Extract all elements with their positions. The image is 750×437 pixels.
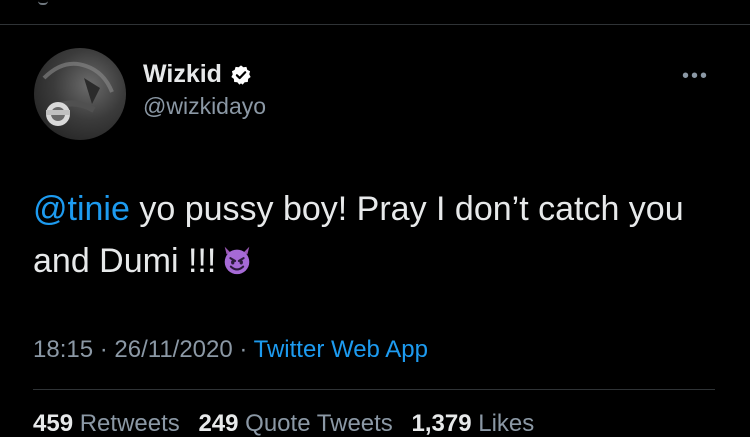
retweets-label: Retweets: [79, 410, 180, 437]
tweet-date[interactable]: 26/11/2020: [114, 336, 232, 363]
retweets-count: 459: [33, 410, 74, 437]
likes-stat[interactable]: 1,379 Likes: [411, 410, 534, 437]
quote-label: Quote Tweets: [245, 410, 393, 437]
tweet-body: yo pussy boy! Pray I don’t catch you and…: [33, 190, 684, 280]
top-divider: [0, 24, 750, 25]
tweet-time[interactable]: 18:15: [33, 336, 93, 363]
author-name[interactable]: Wizkid: [143, 62, 222, 87]
meta-separator: ·: [232, 336, 254, 363]
smiling-face-with-horns-icon: [220, 240, 254, 275]
retweets-stat[interactable]: 459 Retweets: [33, 410, 180, 437]
quote-count: 249: [198, 410, 239, 437]
verified-badge-icon: [230, 64, 252, 86]
tweet-stats: 459 Retweets 249 Quote Tweets 1,379 Like…: [33, 412, 534, 436]
more-options-icon[interactable]: •••: [682, 66, 709, 86]
tweet-text: @tinie yo pussy boy! Pray I don’t catch …: [33, 183, 723, 287]
tweet-meta: 18:15 · 26/11/2020 · Twitter Web App: [33, 338, 428, 362]
avatar[interactable]: [34, 48, 126, 140]
tweet-header: Wizkid @wizkidayo: [143, 62, 266, 118]
stats-divider: [33, 389, 715, 390]
source-app-link[interactable]: Twitter Web App: [254, 336, 428, 363]
likes-label: Likes: [478, 410, 535, 437]
author-handle[interactable]: @wizkidayo: [143, 95, 266, 118]
quote-tweets-stat[interactable]: 249 Quote Tweets: [198, 410, 392, 437]
back-arrow-icon[interactable]: [38, 0, 48, 5]
mention-link[interactable]: @tinie: [33, 190, 130, 228]
likes-count: 1,379: [411, 410, 472, 437]
meta-separator: ·: [93, 336, 115, 363]
